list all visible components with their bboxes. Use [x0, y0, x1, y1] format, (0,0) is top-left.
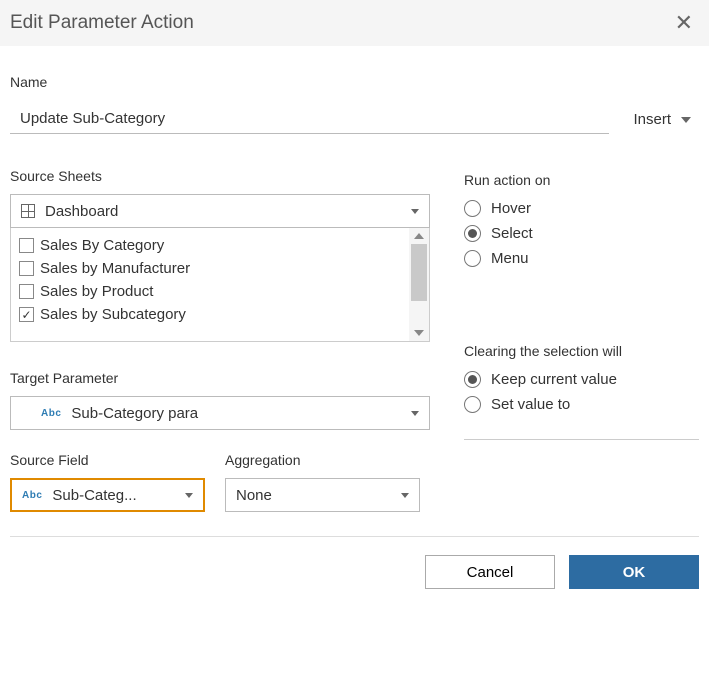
dialog-title: Edit Parameter Action	[10, 12, 194, 34]
target-parameter-dropdown[interactable]: Abc Sub-Category para	[10, 396, 430, 430]
aggregation-label: Aggregation	[225, 452, 420, 468]
list-item[interactable]: Sales by Product	[17, 280, 403, 303]
scrollbar-track[interactable]	[409, 244, 429, 325]
chevron-down-icon	[681, 117, 691, 123]
run-on-select[interactable]: Select	[464, 221, 699, 246]
name-label: Name	[10, 74, 699, 90]
scrollbar[interactable]	[409, 228, 429, 341]
checkbox-icon[interactable]	[19, 238, 34, 253]
clearing-set-value[interactable]: Set value to	[464, 392, 699, 417]
dashboard-icon	[21, 204, 35, 218]
chevron-down-icon	[411, 209, 419, 214]
abc-icon: Abc	[22, 490, 42, 501]
action-name-input[interactable]	[10, 104, 609, 134]
dialog-content: Name Insert Source Sheets Dashboard Sale…	[0, 46, 709, 537]
source-field-label: Source Field	[10, 452, 205, 468]
list-item[interactable]: Sales By Category	[17, 234, 403, 257]
insert-label: Insert	[633, 111, 671, 128]
ok-button[interactable]: OK	[569, 555, 699, 589]
target-parameter-label: Target Parameter	[10, 370, 430, 386]
list-item[interactable]: Sales by Subcategory	[17, 303, 403, 326]
source-field-value: Sub-Categ...	[52, 487, 175, 504]
insert-dropdown[interactable]: Insert	[629, 107, 699, 134]
chevron-down-icon	[185, 493, 193, 498]
scroll-up-icon[interactable]	[409, 228, 429, 244]
sheets-listbox: Sales By Category Sales by Manufacturer …	[10, 228, 430, 342]
run-on-menu[interactable]: Menu	[464, 246, 699, 271]
run-on-hover[interactable]: Hover	[464, 196, 699, 221]
radio-icon	[464, 200, 481, 217]
dialog-footer: Cancel OK	[0, 537, 709, 599]
close-icon[interactable]: ✕	[675, 12, 693, 34]
source-sheets-value: Dashboard	[45, 203, 401, 220]
cancel-button[interactable]: Cancel	[425, 555, 555, 589]
radio-icon	[464, 225, 481, 242]
abc-icon: Abc	[41, 408, 61, 419]
list-item[interactable]: Sales by Manufacturer	[17, 257, 403, 280]
clearing-keep-value[interactable]: Keep current value	[464, 367, 699, 392]
dialog-titlebar: Edit Parameter Action ✕	[0, 0, 709, 46]
target-parameter-value: Sub-Category para	[71, 405, 401, 422]
source-field-dropdown[interactable]: Abc Sub-Categ...	[10, 478, 205, 512]
chevron-down-icon	[401, 493, 409, 498]
chevron-down-icon	[411, 411, 419, 416]
run-action-on-label: Run action on	[464, 172, 699, 188]
divider	[464, 439, 699, 440]
radio-icon	[464, 250, 481, 267]
aggregation-dropdown[interactable]: None	[225, 478, 420, 512]
source-sheets-label: Source Sheets	[10, 168, 430, 184]
source-sheets-dropdown[interactable]: Dashboard	[10, 194, 430, 228]
radio-icon	[464, 396, 481, 413]
checkbox-icon[interactable]	[19, 307, 34, 322]
scroll-down-icon[interactable]	[409, 325, 429, 341]
aggregation-value: None	[236, 487, 391, 504]
checkbox-icon[interactable]	[19, 261, 34, 276]
checkbox-icon[interactable]	[19, 284, 34, 299]
scrollbar-thumb[interactable]	[411, 244, 427, 301]
radio-icon	[464, 371, 481, 388]
clearing-label: Clearing the selection will	[464, 343, 699, 359]
